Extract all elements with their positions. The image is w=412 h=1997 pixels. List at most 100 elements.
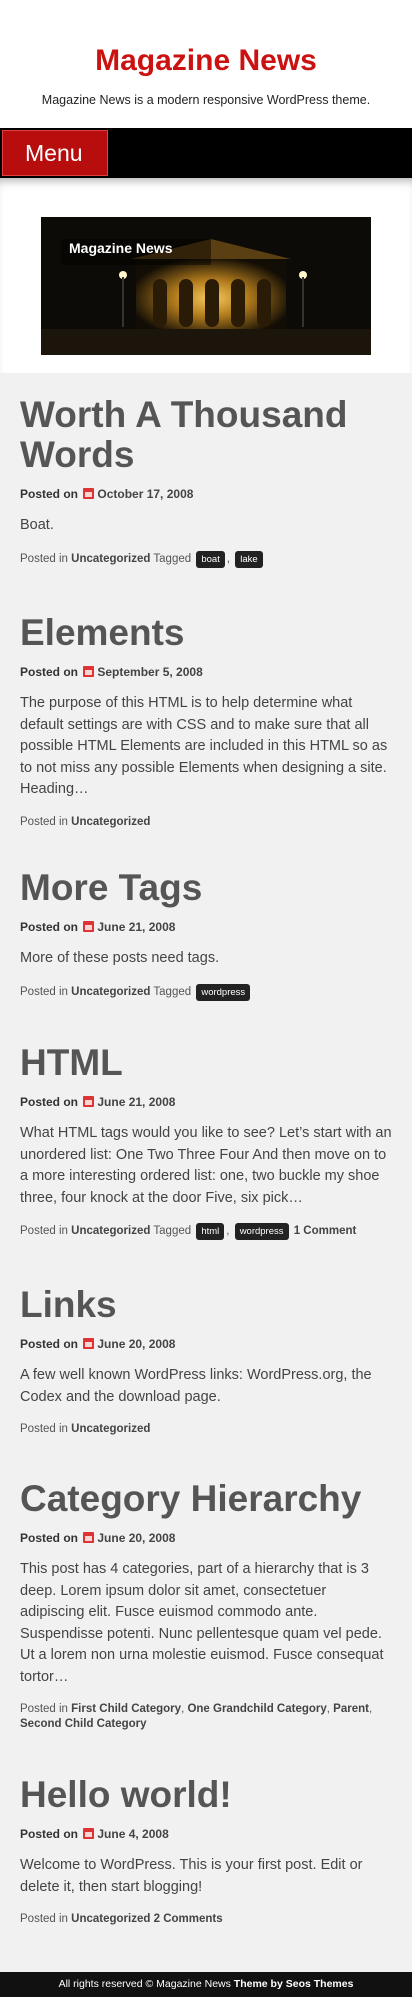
header-image[interactable]: Magazine News — [41, 217, 371, 355]
calendar-icon — [83, 1338, 95, 1349]
excerpt-line: adipiscing elit. Fusce euismod commodo a… — [20, 1604, 318, 1620]
banner-area: Magazine News — [0, 178, 412, 373]
posted-on-label: Posted on — [20, 920, 79, 934]
post-title[interactable]: HTML — [20, 1043, 392, 1083]
calendar-icon — [83, 1828, 95, 1839]
posted-in-label: Posted in — [20, 1703, 68, 1715]
excerpt-line: tortor… — [20, 1668, 69, 1685]
post-date[interactable]: June 20, 2008 — [97, 1531, 175, 1545]
posted-on: Posted on June 4, 2008 — [20, 1827, 392, 1841]
category-link[interactable]: One Grandchild Category — [187, 1703, 326, 1715]
excerpt-line: The purpose of this HTML is to help dete… — [20, 695, 353, 711]
post-date[interactable]: October 17, 2008 — [97, 487, 193, 501]
category-link[interactable]: Uncategorized — [71, 816, 150, 828]
tag-link[interactable]: boat — [196, 550, 225, 568]
post-title[interactable]: Elements — [20, 613, 392, 653]
posted-on: Posted on June 20, 2008 — [20, 1337, 392, 1351]
post-title[interactable]: More Tags — [20, 868, 392, 908]
post-title-line: Category Hierarchy — [20, 1478, 362, 1519]
menu-bar: Menu — [0, 128, 412, 178]
posted-on-label: Posted on — [20, 665, 79, 679]
post-meta: Posted in First Child Category, One Gran… — [20, 1703, 373, 1730]
excerpt-line: More of these posts need tags. — [20, 950, 220, 966]
post-title-line: More Tags — [20, 867, 203, 908]
copyright-text: All rights reserved © Magazine News — [58, 1978, 231, 1990]
posted-on-label: Posted on — [20, 1531, 79, 1545]
category-link[interactable]: Uncategorized — [71, 1423, 150, 1435]
post-title[interactable]: Links — [20, 1285, 392, 1325]
excerpt-line: delete it, then start blogging! — [20, 1878, 203, 1895]
excerpt-line: Boat. — [20, 517, 54, 533]
site-header: Magazine News Magazine News is a modern … — [0, 0, 412, 128]
tag-link[interactable]: wordpress — [196, 983, 251, 1001]
excerpt-line: a more interesting ordered list: one, tw… — [20, 1168, 380, 1184]
posted-in-label: Posted in — [20, 1225, 68, 1237]
site-footer: All rights reserved © Magazine News Them… — [0, 1972, 412, 1997]
posted-in-label: Posted in — [20, 815, 68, 828]
category-link[interactable]: Uncategorized — [71, 986, 150, 998]
excerpt-line: This post has 4 categories, part of a hi… — [20, 1561, 369, 1577]
post-title-line: Hello world! — [20, 1774, 232, 1815]
category-link[interactable]: Second Child Category — [20, 1718, 147, 1730]
tag-link[interactable]: wordpress — [234, 1223, 289, 1240]
post-title[interactable]: Hello world! — [20, 1775, 392, 1815]
posted-on: Posted on September 5, 2008 — [20, 665, 392, 679]
excerpt-line: Welcome to WordPress. This is your first… — [20, 1857, 363, 1873]
category-link[interactable]: Uncategorized — [71, 1225, 150, 1237]
post-excerpt: Welcome to WordPress. This is your first… — [20, 1855, 392, 1898]
category-link[interactable]: Uncategorized — [71, 553, 150, 565]
tagged-label: Tagged — [153, 985, 192, 998]
post-date[interactable]: June 20, 2008 — [97, 1337, 175, 1351]
post-title-line: Links — [20, 1284, 117, 1325]
post-excerpt: More of these posts need tags. — [20, 948, 392, 970]
building-image — [41, 217, 371, 355]
excerpt-line: to not miss any possible Elements when d… — [20, 759, 387, 776]
category-link[interactable]: Parent — [333, 1703, 369, 1715]
calendar-icon — [83, 488, 95, 499]
post-date[interactable]: June 4, 2008 — [97, 1827, 168, 1841]
post-date[interactable]: September 5, 2008 — [97, 665, 202, 679]
posted-on-label: Posted on — [20, 1095, 79, 1109]
post-title-line: Elements — [20, 612, 185, 653]
comments-link[interactable]: 1 Comment — [294, 1225, 357, 1237]
menu-button[interactable]: Menu — [2, 130, 108, 176]
calendar-icon — [83, 921, 95, 932]
post: Hello world! Posted on June 4, 2008 Welcom… — [20, 1775, 392, 1927]
post-title-line: Worth A Thousand — [20, 394, 348, 435]
excerpt-line: A few well known WordPress links: WordPr… — [20, 1367, 372, 1383]
comments-link[interactable]: 2 Comments — [154, 1913, 223, 1925]
post-excerpt: The purpose of this HTML is to help dete… — [20, 693, 392, 801]
excerpt-line: unordered list: One Two Three Four And t… — [20, 1146, 387, 1163]
post-meta: Posted in Uncategorized Tagged html, wor… — [20, 1223, 392, 1240]
post: HTML Posted on June 21, 2008 What HTML tag… — [20, 1043, 392, 1240]
excerpt-line: three, four knock at the door Five, six … — [20, 1189, 303, 1206]
calendar-icon — [83, 1096, 95, 1107]
tag-link[interactable]: lake — [235, 550, 263, 568]
calendar-icon — [83, 666, 95, 677]
post-title-line: HTML — [20, 1042, 123, 1083]
posted-in-label: Posted in — [20, 1423, 68, 1435]
post: Links Posted on June 20, 2008 A few well k… — [20, 1285, 392, 1437]
post: More Tags Posted on June 21, 2008 More of … — [20, 868, 392, 1001]
excerpt-line: Codex and the download page. — [20, 1388, 221, 1405]
category-link[interactable]: First Child Category — [71, 1703, 181, 1715]
post-date[interactable]: June 21, 2008 — [97, 920, 175, 934]
post-excerpt: A few well known WordPress links: WordPr… — [20, 1365, 392, 1408]
posted-on-label: Posted on — [20, 1827, 79, 1841]
tagged-label: Tagged — [153, 1225, 192, 1237]
post-excerpt: Boat. — [20, 515, 392, 537]
site-title[interactable]: Magazine News — [0, 44, 412, 78]
post-title[interactable]: Category Hierarchy — [20, 1479, 392, 1519]
posted-in-label: Posted in — [20, 552, 68, 565]
posted-in-label: Posted in — [20, 985, 68, 998]
post: Category Hierarchy Posted on June 20, 200… — [20, 1479, 392, 1732]
tag-link[interactable]: html — [196, 1223, 225, 1240]
post-title[interactable]: Worth A Thousand Words — [20, 395, 392, 475]
post: Elements Posted on September 5, 2008 The p… — [20, 613, 392, 830]
posted-on: Posted on June 21, 2008 — [20, 1095, 392, 1109]
category-link[interactable]: Uncategorized — [71, 1913, 150, 1925]
post-date[interactable]: June 21, 2008 — [97, 1095, 175, 1109]
posted-on: Posted on June 20, 2008 — [20, 1531, 392, 1545]
post-meta: Posted in Uncategorized 2 Comments — [20, 1912, 392, 1927]
theme-credit-link[interactable]: Theme by Seos Themes — [234, 1978, 354, 1990]
